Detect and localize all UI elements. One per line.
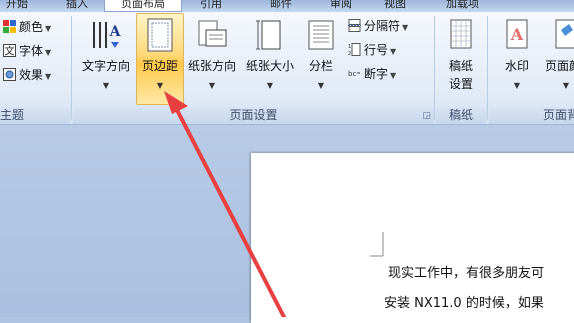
red-arrow-annotation — [164, 91, 286, 317]
